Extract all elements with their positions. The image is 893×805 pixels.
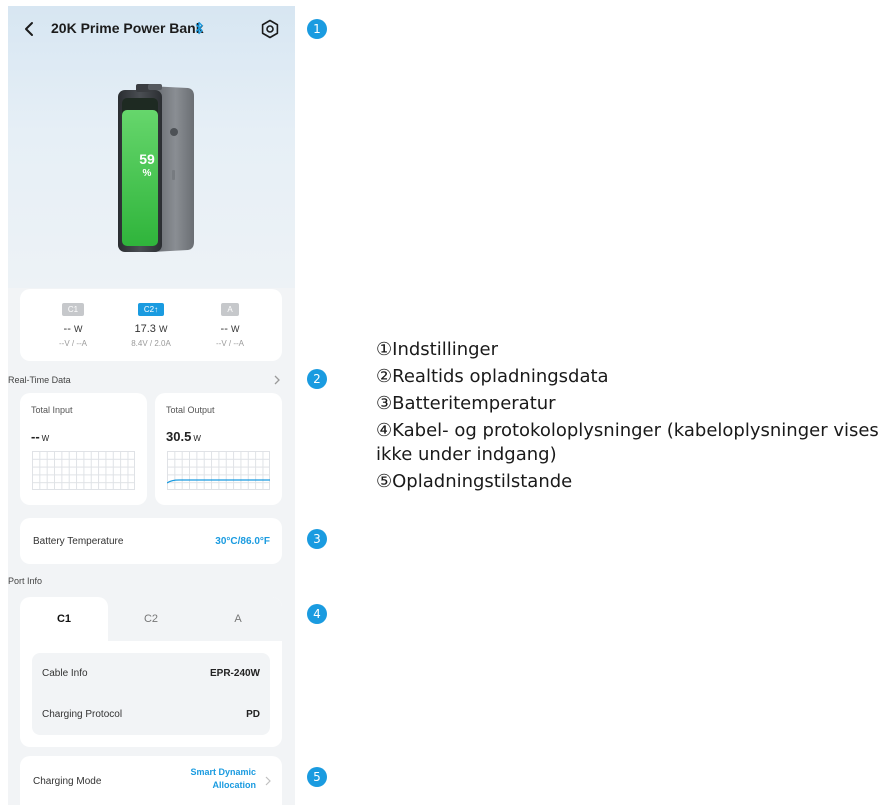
- port-column-a: A -- W --V / --A: [195, 299, 265, 348]
- legend-item-4: ④Kabel- og protokoloplysninger (kabelopl…: [376, 420, 879, 465]
- total-output-value: 30.5 W: [166, 429, 201, 444]
- realtime-section-title[interactable]: Real-Time Data: [8, 375, 71, 385]
- bluetooth-icon: [195, 21, 203, 35]
- tab-c1[interactable]: C1: [20, 597, 108, 641]
- output-chart-line: [167, 479, 270, 484]
- battery-temperature-card: Battery Temperature 30°C/86.0°F: [20, 518, 282, 564]
- total-input-card: Total Input -- W: [20, 393, 147, 505]
- device-title: 20K Prime Power Bank: [51, 20, 204, 36]
- legend-item-1: ①Indstillinger: [376, 339, 499, 360]
- settings-button[interactable]: [259, 18, 281, 40]
- total-output-number: 30.5: [166, 429, 192, 444]
- charging-mode-label: Charging Mode: [33, 776, 102, 787]
- port-watts-value: 17.3: [134, 323, 156, 335]
- port-voltage-current: --V / --A: [216, 339, 244, 348]
- port-watts: -- W: [38, 323, 108, 335]
- port-info-title: Port Info: [8, 576, 43, 586]
- battery-temperature-value: 30°C/86.0°F: [215, 536, 270, 547]
- charging-mode-value-line2: Allocation: [212, 780, 256, 790]
- port-tag: A: [221, 303, 239, 316]
- port-info-card: C1 C2 A Cable Info EPR-240W Charging Pro…: [20, 597, 282, 747]
- charging-mode-value-line1: Smart Dynamic: [190, 767, 256, 777]
- charging-protocol-value: PD: [246, 709, 260, 720]
- total-input-number: --: [31, 429, 40, 444]
- callout-legend: ①Indstillinger ②Realtids opladningsdata …: [376, 338, 891, 497]
- charging-protocol-label: Charging Protocol: [42, 709, 123, 720]
- legend-item-2: ②Realtids opladningsdata: [376, 366, 609, 387]
- port-watts-unit: W: [73, 324, 83, 334]
- top-bar: 20K Prime Power Bank: [8, 6, 295, 52]
- callout-badge-1: 1: [307, 19, 327, 39]
- total-output-card: Total Output 30.5 W: [155, 393, 282, 505]
- charging-mode-row[interactable]: Charging Mode Smart Dynamic Allocation: [20, 756, 282, 805]
- chevron-left-icon: [25, 22, 33, 36]
- chevron-right-icon[interactable]: [272, 374, 282, 386]
- tab-a[interactable]: A: [194, 597, 282, 641]
- callout-badge-4: 4: [307, 604, 327, 624]
- port-tabs: C1 C2 A: [20, 597, 282, 641]
- total-output-unit: W: [193, 434, 201, 443]
- total-output-label: Total Output: [166, 405, 215, 415]
- cable-info-value: EPR-240W: [209, 668, 260, 679]
- port-voltage-current: 8.4V / 2.0A: [131, 339, 171, 348]
- port-watts: -- W: [195, 323, 265, 335]
- port-watts-unit: W: [230, 324, 240, 334]
- legend-item-5: ⑤Opladningstilstande: [376, 471, 573, 492]
- total-input-label: Total Input: [31, 405, 73, 415]
- total-input-value: -- W: [31, 429, 49, 444]
- port-summary-card: C1 -- W --V / --A C2↑ 17.3 W 8.4V / 2.0A…: [20, 289, 282, 361]
- power-bank-illustration: 59 %: [118, 84, 198, 254]
- screenshot-stage: 20K Prime Power Bank 59 % C1 -- W --V / …: [0, 0, 893, 805]
- port-column-c2: C2↑ 17.3 W 8.4V / 2.0A: [116, 299, 186, 348]
- input-chart-grid: [32, 451, 135, 490]
- port-watts-unit: W: [158, 324, 168, 334]
- cable-protocol-box: Cable Info EPR-240W Charging Protocol PD: [32, 653, 270, 735]
- port-tag: C1: [61, 303, 85, 316]
- callout-badge-3: 3: [307, 529, 327, 549]
- app-screen: 20K Prime Power Bank 59 % C1 -- W --V / …: [8, 6, 295, 805]
- gear-icon: [261, 19, 279, 39]
- port-voltage-current: --V / --A: [59, 339, 87, 348]
- callout-badge-5: 5: [307, 767, 327, 787]
- callout-badge-2: 2: [307, 369, 327, 389]
- port-watts-value: --: [220, 323, 231, 335]
- port-tag: C2↑: [137, 303, 165, 316]
- port-column-c1: C1 -- W --V / --A: [38, 299, 108, 348]
- port-watts-value: --: [63, 323, 74, 335]
- total-input-unit: W: [41, 434, 50, 443]
- legend-item-3: ③Batteritemperatur: [376, 393, 556, 414]
- chevron-right-icon: [265, 776, 271, 786]
- battery-temperature-label: Battery Temperature: [33, 536, 124, 547]
- back-button[interactable]: [18, 18, 40, 40]
- port-watts: 17.3 W: [116, 323, 186, 335]
- tab-c2[interactable]: C2: [107, 597, 195, 641]
- battery-percent-symbol: %: [142, 168, 152, 179]
- cable-info-label: Cable Info: [42, 668, 88, 679]
- battery-percent: 59: [139, 151, 155, 167]
